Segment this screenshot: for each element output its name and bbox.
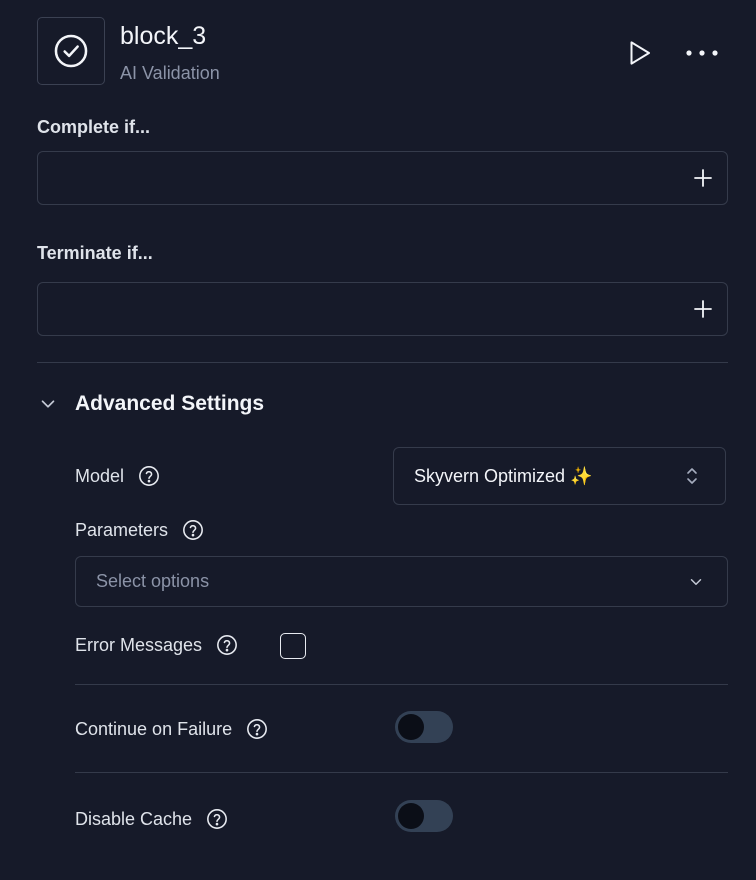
error-messages-row: Error Messages xyxy=(75,634,238,656)
switch-knob xyxy=(398,803,424,829)
block-title[interactable]: block_3 xyxy=(120,22,206,51)
disable-cache-help-icon[interactable] xyxy=(206,808,228,830)
switch-knob xyxy=(398,714,424,740)
chevrons-up-down-icon xyxy=(687,468,697,484)
section-divider xyxy=(37,362,728,363)
parameters-help-icon[interactable] xyxy=(182,519,204,541)
advanced-settings-title: Advanced Settings xyxy=(75,392,265,415)
plus-icon xyxy=(694,300,712,318)
continue-on-failure-help-icon[interactable] xyxy=(246,718,268,740)
more-horizontal-icon xyxy=(686,50,718,56)
terminate-if-input[interactable] xyxy=(37,282,728,336)
more-options-button[interactable] xyxy=(682,36,722,70)
complete-if-input[interactable] xyxy=(37,151,728,205)
disable-cache-label: Disable Cache xyxy=(75,808,193,829)
error-messages-label: Error Messages xyxy=(75,634,203,655)
plus-icon xyxy=(694,169,712,187)
add-terminate-condition-button[interactable] xyxy=(691,297,715,321)
play-icon xyxy=(630,41,650,65)
error-messages-checkbox[interactable] xyxy=(280,633,306,659)
row-divider xyxy=(75,684,728,685)
parameters-label: Parameters xyxy=(75,519,169,540)
model-label: Model xyxy=(75,465,125,486)
terminate-if-label: Terminate if... xyxy=(37,243,153,263)
add-complete-condition-button[interactable] xyxy=(691,166,715,190)
model-select-value: Skyvern Optimized ✨ xyxy=(414,465,593,486)
block-type-icon-box xyxy=(37,17,105,85)
disable-cache-row: Disable Cache xyxy=(75,808,228,830)
chevron-down-icon xyxy=(690,578,702,585)
parameters-row: Parameters xyxy=(75,519,204,541)
check-circle-icon xyxy=(54,34,88,68)
chevron-down-icon xyxy=(41,400,55,408)
continue-on-failure-row: Continue on Failure xyxy=(75,718,268,740)
error-messages-help-icon[interactable] xyxy=(216,634,238,656)
parameters-multiselect[interactable]: Select options xyxy=(75,556,728,607)
disable-cache-switch[interactable] xyxy=(395,800,453,832)
continue-on-failure-switch[interactable] xyxy=(395,711,453,743)
model-select[interactable]: Skyvern Optimized ✨ xyxy=(393,447,726,505)
continue-on-failure-label: Continue on Failure xyxy=(75,718,233,739)
model-row: Model xyxy=(75,465,160,487)
advanced-settings-toggle[interactable]: Advanced Settings xyxy=(37,392,264,416)
model-help-icon[interactable] xyxy=(138,465,160,487)
block-subtitle: AI Validation xyxy=(120,63,220,83)
parameters-placeholder: Select options xyxy=(96,571,210,591)
row-divider xyxy=(75,772,728,773)
complete-if-label: Complete if... xyxy=(37,117,151,137)
run-block-button[interactable] xyxy=(622,36,656,70)
